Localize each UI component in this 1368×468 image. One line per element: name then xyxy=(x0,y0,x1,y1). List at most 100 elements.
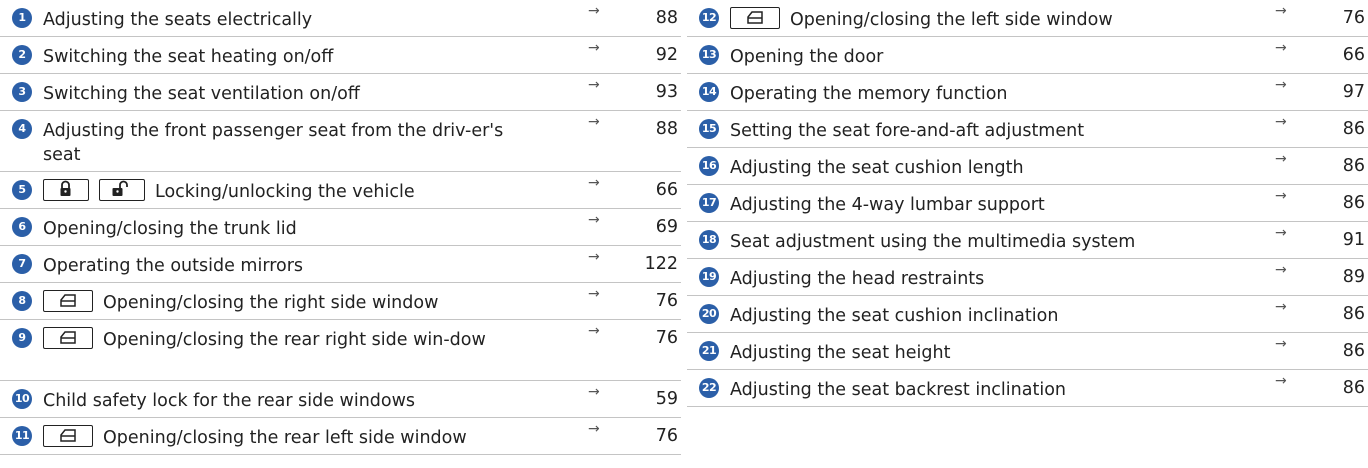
item-description: Adjusting the front passenger seat from … xyxy=(43,121,504,165)
item-number-badge: 22 xyxy=(699,378,719,398)
item-number-badge: 12 xyxy=(699,8,719,28)
list-item: 14 Operating the memory function → 97 xyxy=(687,74,1368,111)
list-item: 4 Adjusting the front passenger seat fro… xyxy=(0,111,681,172)
arrow-icon: → xyxy=(1275,225,1287,241)
page-reference[interactable]: 93 xyxy=(656,82,678,102)
window-icon xyxy=(43,327,93,349)
list-item: 19 Adjusting the head restraints → 89 xyxy=(687,259,1368,296)
arrow-icon: → xyxy=(588,175,600,191)
arrow-icon: → xyxy=(1275,77,1287,93)
item-number-badge: 7 xyxy=(12,254,32,274)
item-description: Adjusting the head restraints xyxy=(730,269,985,289)
item-description: Adjusting the seat cushion length xyxy=(730,158,1024,178)
item-description: Setting the seat fore-and-aft adjustment xyxy=(730,121,1085,141)
item-number-badge: 16 xyxy=(699,156,719,176)
left-column: 1 Adjusting the seats electrically → 88 … xyxy=(0,0,681,455)
item-description: Adjusting the seat backrest inclination xyxy=(730,380,1066,400)
arrow-icon: → xyxy=(588,3,600,19)
list-item: 22 Adjusting the seat backrest inclinati… xyxy=(687,370,1368,407)
item-description: Opening the door xyxy=(730,47,884,67)
page-reference[interactable]: 86 xyxy=(1343,378,1365,398)
list-item: 5 Locking/unlocking the vehicle → 66 xyxy=(0,172,681,209)
list-item: 6 Opening/closing the trunk lid → 69 xyxy=(0,209,681,246)
page-reference[interactable]: 91 xyxy=(1343,230,1365,250)
item-description: Seat adjustment using the multimedia sys… xyxy=(730,232,1136,252)
page-reference[interactable]: 88 xyxy=(656,119,678,139)
item-number-badge: 19 xyxy=(699,267,719,287)
page-reference[interactable]: 86 xyxy=(1343,193,1365,213)
item-number-badge: 9 xyxy=(12,328,32,348)
list-item: 20 Adjusting the seat cushion inclinatio… xyxy=(687,296,1368,333)
page-reference[interactable]: 76 xyxy=(656,426,678,446)
item-description: Child safety lock for the rear side wind… xyxy=(43,391,416,411)
item-description: Opening/closing the trunk lid xyxy=(43,219,297,239)
page-reference[interactable]: 66 xyxy=(656,180,678,200)
page-reference[interactable]: 69 xyxy=(656,217,678,237)
item-number-badge: 2 xyxy=(12,45,32,65)
arrow-icon: → xyxy=(1275,151,1287,167)
item-number-badge: 15 xyxy=(699,119,719,139)
page-reference[interactable]: 66 xyxy=(1343,45,1365,65)
list-item: 7 Operating the outside mirrors → 122 xyxy=(0,246,681,283)
page-reference[interactable]: 76 xyxy=(1343,8,1365,28)
item-number-badge: 14 xyxy=(699,82,719,102)
item-number-badge: 3 xyxy=(12,82,32,102)
item-number-badge: 6 xyxy=(12,217,32,237)
arrow-icon: → xyxy=(1275,262,1287,278)
item-description: Operating the memory function xyxy=(730,84,1008,104)
item-number-badge: 13 xyxy=(699,45,719,65)
arrow-icon: → xyxy=(588,212,600,228)
window-icon xyxy=(43,290,93,312)
page-reference[interactable]: 92 xyxy=(656,45,678,65)
list-item: 15 Setting the seat fore-and-aft adjustm… xyxy=(687,111,1368,148)
item-description: Opening/closing the rear right side win-… xyxy=(43,327,533,352)
arrow-icon: → xyxy=(588,77,600,93)
page-reference[interactable]: 88 xyxy=(656,8,678,28)
page-reference[interactable]: 89 xyxy=(1343,267,1365,287)
page-reference[interactable]: 86 xyxy=(1343,341,1365,361)
lock-icon xyxy=(43,179,89,201)
list-item: 3 Switching the seat ventilation on/off … xyxy=(0,74,681,111)
window-icon xyxy=(730,7,780,29)
arrow-icon: → xyxy=(588,114,600,130)
item-number-badge: 4 xyxy=(12,119,32,139)
list-item: 1 Adjusting the seats electrically → 88 xyxy=(0,0,681,37)
arrow-icon: → xyxy=(1275,114,1287,130)
page-reference[interactable]: 122 xyxy=(645,254,678,274)
list-item: 8 Opening/closing the right side window … xyxy=(0,283,681,320)
page-reference[interactable]: 76 xyxy=(656,291,678,311)
list-item: 16 Adjusting the seat cushion length → 8… xyxy=(687,148,1368,185)
page-reference[interactable]: 86 xyxy=(1343,304,1365,324)
arrow-icon: → xyxy=(1275,336,1287,352)
right-column: 12 Opening/closing the left side window … xyxy=(687,0,1368,407)
arrow-icon: → xyxy=(1275,373,1287,389)
item-description: Switching the seat ventilation on/off xyxy=(43,84,360,104)
list-item: 18 Seat adjustment using the multimedia … xyxy=(687,222,1368,259)
arrow-icon: → xyxy=(588,286,600,302)
item-description: Adjusting the seats electrically xyxy=(43,10,313,30)
item-number-badge: 18 xyxy=(699,230,719,250)
window-icon xyxy=(43,425,93,447)
item-description: Opening/closing the rear left side windo… xyxy=(43,425,533,450)
list-item: 9 Opening/closing the rear right side wi… xyxy=(0,320,681,381)
page-reference[interactable]: 97 xyxy=(1343,82,1365,102)
list-item: 13 Opening the door → 66 xyxy=(687,37,1368,74)
arrow-icon: → xyxy=(1275,40,1287,56)
arrow-icon: → xyxy=(588,40,600,56)
item-number-badge: 11 xyxy=(12,426,32,446)
page-reference[interactable]: 86 xyxy=(1343,119,1365,139)
item-number-badge: 1 xyxy=(12,8,32,28)
arrow-icon: → xyxy=(1275,188,1287,204)
arrow-icon: → xyxy=(588,323,600,339)
list-item: 11 Opening/closing the rear left side wi… xyxy=(0,418,681,455)
page-reference[interactable]: 86 xyxy=(1343,156,1365,176)
item-number-badge: 17 xyxy=(699,193,719,213)
page-reference[interactable]: 76 xyxy=(656,328,678,348)
arrow-icon: → xyxy=(588,421,600,437)
item-description: Adjusting the 4-way lumbar support xyxy=(730,195,1045,215)
arrow-icon: → xyxy=(588,384,600,400)
page-reference[interactable]: 59 xyxy=(656,389,678,409)
list-item: 12 Opening/closing the left side window … xyxy=(687,0,1368,37)
item-number-badge: 20 xyxy=(699,304,719,324)
list-item: 2 Switching the seat heating on/off → 92 xyxy=(0,37,681,74)
